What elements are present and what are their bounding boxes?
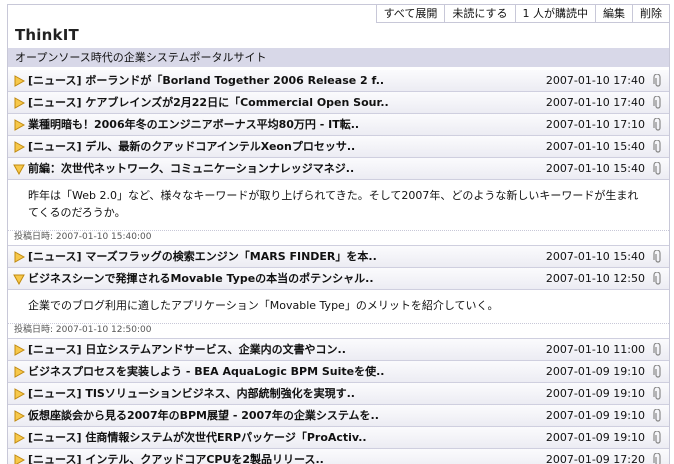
- entry-list: [ニュース] ボーランドが「Borland Together 2006 Rele…: [8, 70, 669, 464]
- entry-row[interactable]: 業種明暗も！2006年冬のエンジニアボーナス平均80万円 - IT転.. 2007…: [8, 114, 669, 136]
- entry-title[interactable]: 前編：次世代ネットワーク、コミュニケーションナレッジマネジ..: [28, 158, 354, 180]
- clip-icon[interactable]: [653, 409, 663, 423]
- collapsed-arrow-icon[interactable]: [13, 432, 25, 444]
- collapsed-arrow-icon[interactable]: [13, 141, 25, 153]
- entry-row[interactable]: [ニュース] ボーランドが「Borland Together 2006 Rele…: [8, 70, 669, 92]
- collapsed-arrow-icon[interactable]: [13, 366, 25, 378]
- entry-date: 2007-01-09 19:10: [545, 365, 645, 378]
- clip-icon[interactable]: [653, 162, 663, 176]
- entry-title[interactable]: 業種明暗も！2006年冬のエンジニアボーナス平均80万円 - IT転..: [28, 114, 359, 136]
- entry-title[interactable]: ビジネスシーンで発揮されるMovable Typeの本当のポテンシャル..: [28, 268, 374, 290]
- entry-title[interactable]: [ニュース] インテル、クアッドコアCPUを2製品リリース..: [28, 449, 324, 464]
- clip-icon[interactable]: [653, 140, 663, 154]
- clip-icon[interactable]: [653, 96, 663, 110]
- collapsed-arrow-icon[interactable]: [13, 97, 25, 109]
- entry-summary: 企業でのブログ利用に適したアプリケーション「Movable Type」のメリット…: [28, 299, 499, 312]
- collapsed-arrow-icon[interactable]: [13, 119, 25, 131]
- collapsed-arrow-icon[interactable]: [13, 410, 25, 422]
- entry-row[interactable]: [ニュース] 日立システムアンドサービス、企業内の文書やコン.. 2007-01-…: [8, 339, 669, 361]
- collapsed-arrow-icon[interactable]: [13, 388, 25, 400]
- entry-title[interactable]: [ニュース] 日立システムアンドサービス、企業内の文書やコン..: [28, 339, 346, 361]
- entry-date: 2007-01-09 17:20: [545, 453, 645, 464]
- entry-date: 2007-01-10 15:40: [545, 140, 645, 153]
- clip-icon[interactable]: [653, 250, 663, 264]
- entry-summary: 昨年は「Web 2.0」など、様々なキーワードが取り上げられてきた。そして200…: [28, 189, 639, 219]
- entry-row[interactable]: [ニュース] マーズフラッグの検索エンジン「MARS FINDER」を本.. 20…: [8, 246, 669, 268]
- clip-icon[interactable]: [653, 343, 663, 357]
- entry-date: 2007-01-10 15:40: [545, 162, 645, 175]
- clip-icon[interactable]: [653, 272, 663, 286]
- entry-title[interactable]: [ニュース] TISソリューションビジネス、内部統制強化を実現す..: [28, 383, 355, 405]
- clip-icon[interactable]: [653, 453, 663, 464]
- clip-icon[interactable]: [653, 118, 663, 132]
- entry-title[interactable]: [ニュース] デル、最新のクアッドコアインテルXeonプロセッサ..: [28, 136, 355, 158]
- clip-icon[interactable]: [653, 74, 663, 88]
- collapsed-arrow-icon[interactable]: [13, 344, 25, 356]
- entry-body: 昨年は「Web 2.0」など、様々なキーワードが取り上げられてきた。そして200…: [8, 180, 669, 246]
- entry-row[interactable]: [ニュース] 住商情報システムが次世代ERPパッケージ「ProActiv.. 20…: [8, 427, 669, 449]
- entry-title[interactable]: [ニュース] 住商情報システムが次世代ERPパッケージ「ProActiv..: [28, 427, 367, 449]
- entry-title[interactable]: ビジネスプロセスを実装しよう - BEA AquaLogic BPM Suite…: [28, 361, 385, 383]
- entry-row[interactable]: [ニュース] インテル、クアッドコアCPUを2製品リリース.. 2007-01-0…: [8, 449, 669, 464]
- entry-row[interactable]: 前編：次世代ネットワーク、コミュニケーションナレッジマネジ.. 2007-01-1…: [8, 158, 669, 180]
- entry-title[interactable]: [ニュース] ケアブレインズが2月22日に「Commercial Open So…: [28, 92, 389, 114]
- entry-posted-date: 投稿日時: 2007-01-10 15:40:00: [8, 230, 669, 245]
- entry-date: 2007-01-10 15:40: [545, 250, 645, 263]
- feed-reader-panel: すべて展開 未読にする 1 人が購読中 編集 削除 ThinkIT オープンソー…: [0, 0, 674, 464]
- edit-button[interactable]: 編集: [595, 5, 632, 22]
- feed-toolbar: すべて展開 未読にする 1 人が購読中 編集 削除: [375, 5, 669, 23]
- entry-row[interactable]: [ニュース] TISソリューションビジネス、内部統制強化を実現す.. 2007-0…: [8, 383, 669, 405]
- entry-row[interactable]: 仮想座談会から見る2007年のBPM展望 - 2007年の企業システムを.. 20…: [8, 405, 669, 427]
- entry-date: 2007-01-09 19:10: [545, 387, 645, 400]
- expanded-arrow-icon[interactable]: [13, 273, 25, 285]
- entry-date: 2007-01-10 17:40: [545, 96, 645, 109]
- collapsed-arrow-icon[interactable]: [13, 251, 25, 263]
- feed-frame: すべて展開 未読にする 1 人が購読中 編集 削除 ThinkIT オープンソー…: [7, 4, 670, 464]
- expand-all-button[interactable]: すべて展開: [377, 5, 445, 22]
- clip-icon[interactable]: [653, 365, 663, 379]
- entry-row[interactable]: ビジネスシーンで発揮されるMovable Typeの本当のポテンシャル.. 200…: [8, 268, 669, 290]
- entry-title[interactable]: 仮想座談会から見る2007年のBPM展望 - 2007年の企業システムを..: [28, 405, 379, 427]
- expanded-arrow-icon[interactable]: [13, 163, 25, 175]
- entry-date: 2007-01-10 11:00: [545, 343, 645, 356]
- entry-row[interactable]: ビジネスプロセスを実装しよう - BEA AquaLogic BPM Suite…: [8, 361, 669, 383]
- clip-icon[interactable]: [653, 387, 663, 401]
- entry-row[interactable]: [ニュース] ケアブレインズが2月22日に「Commercial Open So…: [8, 92, 669, 114]
- entry-date: 2007-01-10 17:10: [545, 118, 645, 131]
- collapsed-arrow-icon[interactable]: [13, 454, 25, 464]
- entry-date: 2007-01-10 17:40: [545, 74, 645, 87]
- collapsed-arrow-icon[interactable]: [13, 75, 25, 87]
- entry-title[interactable]: [ニュース] ボーランドが「Borland Together 2006 Rele…: [28, 70, 384, 92]
- delete-button[interactable]: 削除: [632, 5, 669, 22]
- entry-date: 2007-01-10 12:50: [545, 272, 645, 285]
- entry-date: 2007-01-09 19:10: [545, 431, 645, 444]
- subscribers-link[interactable]: 1 人が購読中: [514, 5, 596, 22]
- entry-posted-date: 投稿日時: 2007-01-10 12:50:00: [8, 323, 669, 338]
- feed-title[interactable]: ThinkIT: [15, 26, 79, 44]
- feed-description: オープンソース時代の企業システムポータルサイト: [8, 48, 669, 67]
- clip-icon[interactable]: [653, 431, 663, 445]
- mark-unread-button[interactable]: 未読にする: [444, 5, 514, 22]
- entry-title[interactable]: [ニュース] マーズフラッグの検索エンジン「MARS FINDER」を本..: [28, 246, 377, 268]
- entry-body: 企業でのブログ利用に適したアプリケーション「Movable Type」のメリット…: [8, 290, 669, 339]
- entry-date: 2007-01-09 19:10: [545, 409, 645, 422]
- entry-row[interactable]: [ニュース] デル、最新のクアッドコアインテルXeonプロセッサ.. 2007-0…: [8, 136, 669, 158]
